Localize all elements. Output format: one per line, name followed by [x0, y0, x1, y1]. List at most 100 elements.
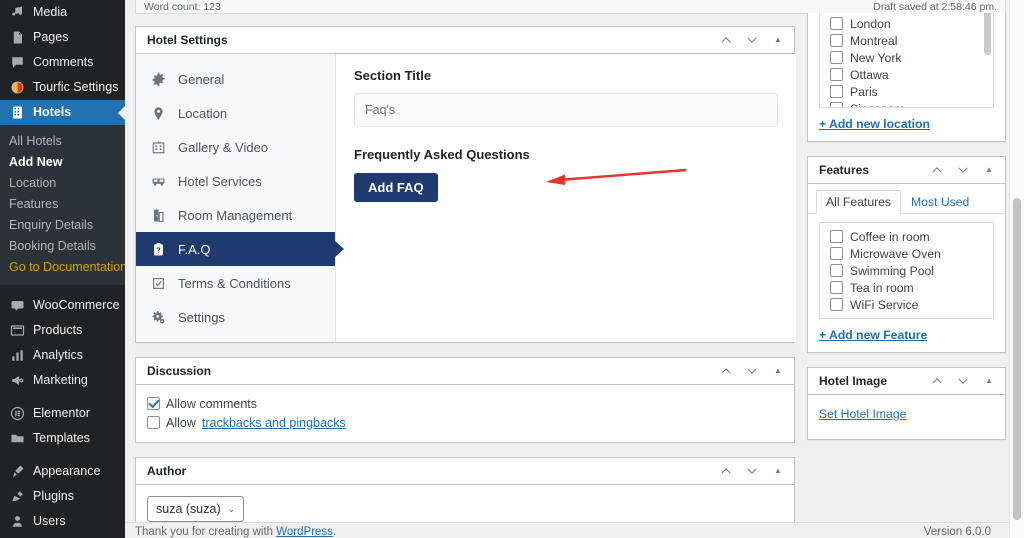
sidebar-item-tools[interactable]: Tools	[0, 534, 125, 538]
submenu-item-enquiry-details[interactable]: Enquiry Details	[0, 215, 125, 236]
content-columns: Hotel Settings ▲ General Location Galler…	[125, 13, 1024, 536]
location-checkbox[interactable]	[830, 68, 843, 81]
list-item[interactable]: Microwave Oven	[820, 245, 993, 262]
move-up-icon[interactable]	[718, 463, 734, 479]
list-item[interactable]: Singapore	[820, 100, 993, 107]
allow-trackbacks-row[interactable]: Allow trackbacks and pingbacks	[147, 413, 783, 432]
add-new-feature-link[interactable]: + Add new Feature	[808, 319, 1005, 352]
list-item[interactable]: Ottawa	[820, 66, 993, 83]
tab-room-management[interactable]: Room Management	[136, 198, 335, 232]
location-checkbox[interactable]	[830, 102, 843, 107]
admin-footer: Thank you for creating with WordPress. V…	[125, 522, 1009, 538]
location-checkbox[interactable]	[830, 85, 843, 98]
author-select[interactable]: suza (suza) ⌄	[147, 496, 245, 522]
list-item[interactable]: WiFi Service	[820, 296, 993, 313]
location-checkbox[interactable]	[830, 34, 843, 47]
set-hotel-image-link[interactable]: Set Hotel Image	[819, 407, 906, 421]
gear-icon	[150, 71, 166, 87]
word-count-text: Word count: 123	[144, 0, 221, 13]
sidebar-item-pages[interactable]: Pages	[0, 25, 125, 50]
tab-general[interactable]: General	[136, 62, 335, 96]
tab-terms-conditions[interactable]: Terms & Conditions	[136, 266, 335, 300]
feature-checkbox[interactable]	[830, 281, 843, 294]
sidebar-item-woocommerce[interactable]: WooCommerce	[0, 293, 125, 318]
tab-faq[interactable]: F.A.Q	[136, 232, 335, 266]
submenu-item-all-hotels[interactable]: All Hotels	[0, 131, 125, 152]
list-item[interactable]: Montreal	[820, 32, 993, 49]
list-item[interactable]: Paris	[820, 83, 993, 100]
panel-title: Discussion	[147, 364, 212, 378]
tab-settings[interactable]: Settings	[136, 300, 335, 334]
move-down-icon[interactable]	[955, 162, 971, 178]
tab-location[interactable]: Location	[136, 96, 335, 130]
wordpress-link[interactable]: WordPress	[276, 526, 333, 538]
sidebar-item-users[interactable]: Users	[0, 509, 125, 534]
allow-trackbacks-checkbox[interactable]	[147, 416, 160, 429]
sidebar-item-products[interactable]: Products	[0, 318, 125, 343]
feature-checkbox[interactable]	[830, 230, 843, 243]
list-item[interactable]: London	[820, 15, 993, 32]
move-down-icon[interactable]	[744, 32, 760, 48]
allow-comments-row[interactable]: Allow comments	[147, 394, 783, 413]
tab-most-used[interactable]: Most Used	[901, 190, 979, 214]
sidebar-item-hotels[interactable]: Hotels	[0, 100, 125, 125]
tab-gallery-video[interactable]: Gallery & Video	[136, 130, 335, 164]
submenu-item-booking-details[interactable]: Booking Details	[0, 236, 125, 257]
list-item[interactable]: Swimming Pool	[820, 262, 993, 279]
sidebar-item-comments[interactable]: Comments	[0, 50, 125, 75]
move-up-icon[interactable]	[718, 363, 734, 379]
panel-header-actions: ▲	[718, 32, 786, 48]
hotel-settings-tablist: General Location Gallery & Video Hotel S…	[136, 54, 336, 342]
location-checkbox[interactable]	[830, 51, 843, 64]
add-new-location-link[interactable]: + Add new location	[819, 108, 994, 141]
move-down-icon[interactable]	[955, 373, 971, 389]
tab-all-features[interactable]: All Features	[816, 190, 902, 214]
toggle-panel-icon[interactable]: ▲	[981, 162, 997, 178]
sidebar-item-plugins[interactable]: Plugins	[0, 484, 125, 509]
feature-checkbox[interactable]	[830, 298, 843, 311]
list-item[interactable]: New York	[820, 49, 993, 66]
sidebar-item-media[interactable]: Media	[0, 0, 125, 25]
list-item[interactable]: Coffee in room	[820, 228, 993, 245]
hotel-settings-panel: Hotel Settings ▲ General Location Galler…	[135, 26, 796, 343]
sidebar-item-elementor[interactable]: Elementor	[0, 401, 125, 426]
page-scrollbar-track[interactable]	[1009, 0, 1024, 538]
sidebar-item-analytics[interactable]: Analytics	[0, 343, 125, 368]
tab-hotel-services[interactable]: Hotel Services	[136, 164, 335, 198]
sidebar-item-appearance[interactable]: Appearance	[0, 459, 125, 484]
list-item[interactable]: Tea in room	[820, 279, 993, 296]
submenu-item-add-new[interactable]: Add New	[0, 152, 125, 173]
submenu-item-location[interactable]: Location	[0, 173, 125, 194]
location-checkbox[interactable]	[830, 17, 843, 30]
feature-checkbox[interactable]	[830, 247, 843, 260]
move-up-icon[interactable]	[929, 373, 945, 389]
menu-divider	[0, 451, 125, 459]
move-down-icon[interactable]	[744, 363, 760, 379]
toggle-panel-icon[interactable]: ▲	[770, 363, 786, 379]
toggle-panel-icon[interactable]: ▲	[770, 32, 786, 48]
features-panel-body: All Features Most Used Coffee in room Mi…	[808, 184, 1005, 352]
toggle-panel-icon[interactable]: ▲	[770, 463, 786, 479]
footer-credit-prefix: Thank you for creating with	[135, 526, 277, 538]
location-list-scrollbar[interactable]	[984, 13, 991, 55]
sidebar-item-templates[interactable]: Templates	[0, 426, 125, 451]
submenu-item-features[interactable]: Features	[0, 194, 125, 215]
add-faq-button[interactable]: Add FAQ	[354, 173, 438, 202]
admin-main-area: Word count: 123 Draft saved at 2:58:46 p…	[125, 0, 1024, 538]
location-checklist[interactable]: London Montreal New York Ottawa Paris	[819, 13, 994, 108]
feature-checkbox[interactable]	[830, 264, 843, 277]
section-title-input[interactable]	[354, 93, 778, 127]
features-checklist[interactable]: Coffee in room Microwave Oven Swimming P…	[819, 222, 994, 319]
page-scrollbar-thumb[interactable]	[1013, 198, 1021, 520]
sidebar-item-tourfic-settings[interactable]: Tourfic Settings	[0, 75, 125, 100]
move-up-icon[interactable]	[929, 162, 945, 178]
toggle-panel-icon[interactable]: ▲	[981, 373, 997, 389]
sidebar-item-label: Tourfic Settings	[33, 80, 119, 95]
move-down-icon[interactable]	[744, 463, 760, 479]
move-up-icon[interactable]	[718, 32, 734, 48]
sidebar-item-marketing[interactable]: Marketing	[0, 368, 125, 393]
submenu-item-go-to-documentation[interactable]: Go to Documentation	[0, 257, 125, 278]
allow-comments-checkbox[interactable]	[147, 397, 160, 410]
trackbacks-pingbacks-link[interactable]: trackbacks and pingbacks	[202, 416, 346, 430]
panel-title: Hotel Settings	[147, 33, 228, 47]
